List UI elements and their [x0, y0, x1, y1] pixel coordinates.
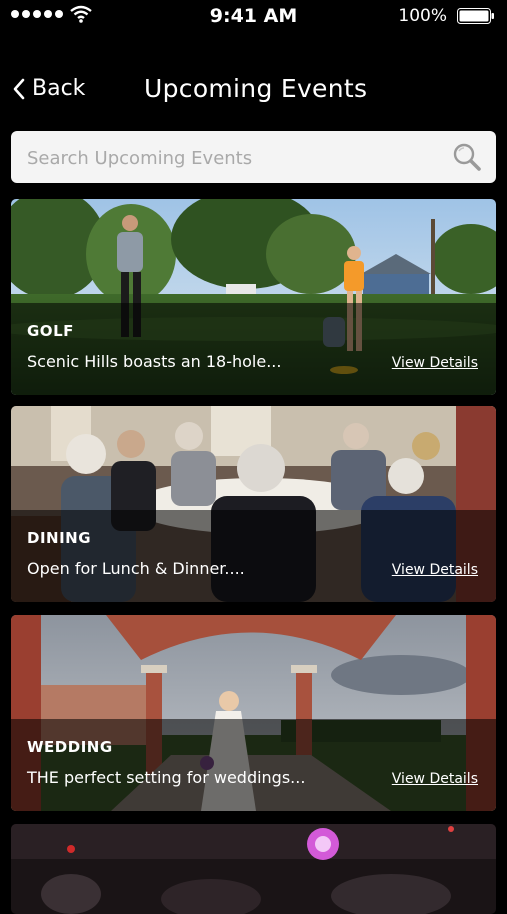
event-description: Open for Lunch & Dinner.... [27, 559, 245, 578]
battery-icon [457, 8, 494, 24]
search-input[interactable] [25, 141, 429, 175]
back-label: Back [32, 76, 86, 101]
card-caption-overlay [11, 510, 496, 602]
status-bar: 9:41 AM 100% [0, 0, 507, 34]
search-bar [11, 131, 496, 183]
event-category: GOLF [27, 322, 74, 340]
party-photo [11, 824, 496, 914]
view-details-link[interactable]: View Details [392, 355, 478, 371]
event-card-party[interactable] [11, 824, 496, 914]
event-description: Scenic Hills boasts an 18-hole... [27, 352, 282, 371]
back-button[interactable]: Back [12, 76, 85, 101]
event-card-wedding[interactable]: WEDDING THE perfect setting for weddings… [11, 615, 496, 811]
event-description: THE perfect setting for weddings... [27, 768, 306, 787]
view-details-link[interactable]: View Details [392, 562, 478, 578]
event-category: WEDDING [27, 738, 113, 756]
event-category: DINING [27, 529, 92, 547]
battery-percentage: 100% [398, 6, 447, 26]
view-details-link[interactable]: View Details [392, 771, 478, 787]
event-card-golf[interactable]: GOLF Scenic Hills boasts an 18-hole... V… [11, 199, 496, 395]
card-caption-overlay [11, 719, 496, 811]
event-card-dining[interactable]: DINING Open for Lunch & Dinner.... View … [11, 406, 496, 602]
chevron-left-icon [13, 78, 25, 99]
search-icon[interactable] [452, 142, 482, 172]
navigation-bar: Back Upcoming Events [0, 64, 507, 120]
card-caption-overlay [11, 303, 496, 395]
page-title: Upcoming Events [144, 74, 368, 103]
